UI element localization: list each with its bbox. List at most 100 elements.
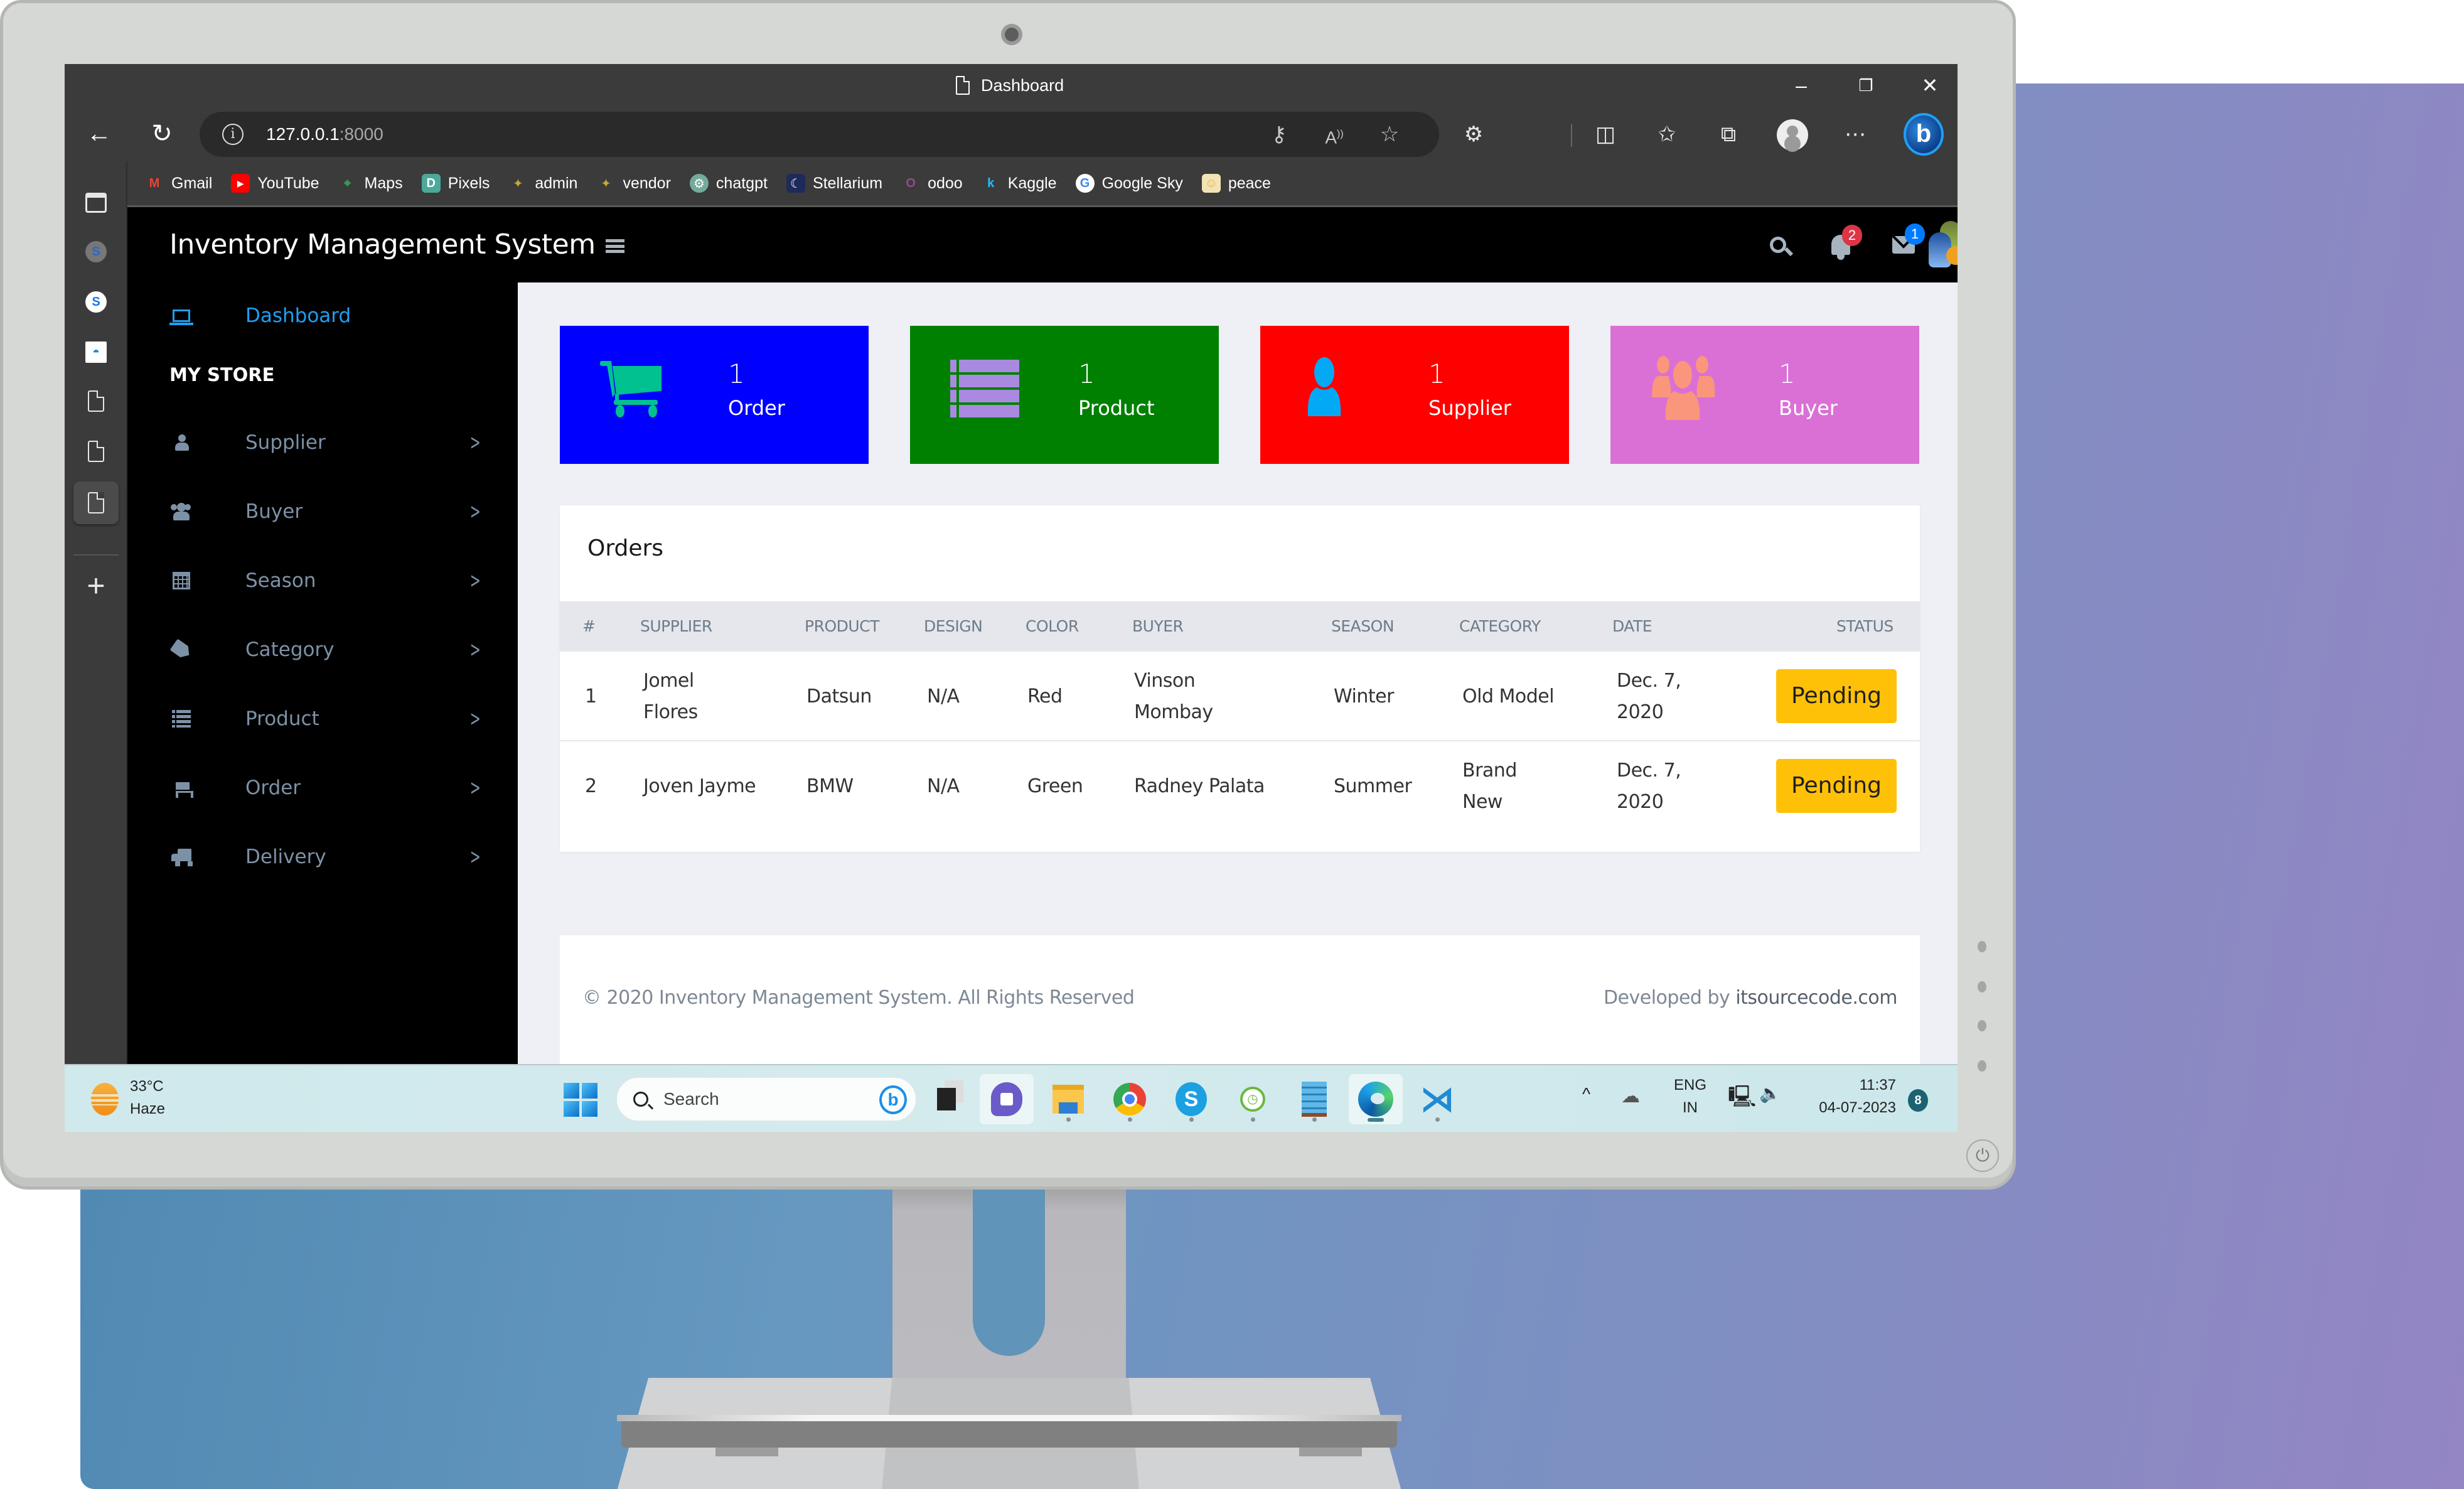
weather-description[interactable]: Haze	[130, 1100, 165, 1118]
site-info-icon[interactable]: i	[222, 124, 244, 145]
status-badge[interactable]: Pending	[1776, 759, 1897, 813]
volume-icon[interactable]: 🔈	[1759, 1083, 1781, 1104]
user-icon	[169, 430, 194, 455]
bookmark-stellarium[interactable]: ☾ Stellarium	[786, 174, 882, 193]
teams-meet-icon[interactable]	[980, 1074, 1034, 1124]
sidebar-item-order[interactable]: Order >	[127, 760, 518, 816]
tab-dashboard-active[interactable]	[73, 481, 119, 524]
tab-divider	[73, 554, 119, 556]
vscode-icon[interactable]: ⋊	[1410, 1074, 1464, 1124]
bookmark-google-sky[interactable]: G Google Sky	[1075, 174, 1183, 193]
stat-card-supplier[interactable]: 1 Supplier	[1260, 326, 1569, 464]
user-avatar[interactable]	[1929, 221, 1958, 271]
restore-button[interactable]: ❐	[1841, 64, 1891, 107]
messages-button[interactable]: 1	[1885, 207, 1925, 282]
address-bar[interactable]: i 127.0.0.1:8000 ⚷ A)) ☆	[200, 112, 1439, 157]
tab-page[interactable]	[73, 430, 119, 473]
tab-site[interactable]: ◓	[73, 331, 119, 374]
notifications-button[interactable]: 2	[1822, 207, 1862, 282]
back-icon[interactable]: ←	[77, 112, 121, 156]
notification-center-badge[interactable]: 8	[1908, 1089, 1928, 1112]
bookmark-odoo[interactable]: Oodoo	[901, 174, 962, 193]
bookmark-youtube[interactable]: ▶ YouTube	[231, 174, 319, 193]
bookmark-maps[interactable]: ⌖ Maps	[338, 174, 403, 193]
sidebar-item-label: Season	[245, 569, 316, 592]
column-header: Product	[805, 617, 879, 635]
table-row[interactable]: 2 Joven Jayme BMW N/A Green Radney Palat…	[560, 741, 1920, 831]
network-icon[interactable]: 🖳	[1728, 1082, 1756, 1117]
clock-app-icon[interactable]: ◷	[1226, 1074, 1280, 1124]
more-options-icon[interactable]: ⋯	[1833, 112, 1877, 157]
cell-category: Brand New	[1462, 759, 1517, 813]
table-row[interactable]: 1 Jomel Flores Datsun N/A Red Vinson Mom…	[560, 652, 1920, 741]
bookmark-chatgpt[interactable]: ⚙ chatgpt	[689, 174, 768, 193]
sidebar-item-buyer[interactable]: Buyer >	[127, 483, 518, 540]
favorites-icon[interactable]: ✩	[1645, 112, 1689, 157]
bookmark-vendor[interactable]: ✦ vendor	[596, 174, 671, 193]
sidebar-item-supplier[interactable]: Supplier >	[127, 414, 518, 471]
header-search-button[interactable]	[1759, 207, 1797, 282]
active-tab[interactable]: Dashboard	[956, 64, 1064, 107]
page-footer: © 2020 Inventory Management System. All …	[560, 935, 1920, 1064]
chrome-icon[interactable]	[1103, 1074, 1157, 1124]
show-hidden-icons-chevron-up-icon[interactable]: ^	[1582, 1084, 1590, 1104]
collections-icon[interactable]: ⧉	[1706, 112, 1750, 157]
bing-icon[interactable]: b	[879, 1085, 907, 1114]
column-header: Color	[1026, 617, 1079, 635]
favorite-star-icon[interactable]: ☆	[1371, 112, 1408, 157]
stat-card-order[interactable]: 1 Order	[560, 326, 869, 464]
calendar-icon	[169, 568, 194, 593]
weather-haze-icon[interactable]	[91, 1083, 119, 1115]
chevron-right-icon: >	[469, 706, 481, 731]
developer-link[interactable]: itsourcecode.com	[1735, 987, 1897, 1009]
monitor-bezel: ⏻ Dashboard – ❐ ✕ ← ↻ i 127.0.0.1:8000 ⚷…	[0, 0, 2016, 1190]
tab-page[interactable]	[73, 380, 119, 422]
sidebar-item-season[interactable]: Season >	[127, 552, 518, 609]
sidebar-item-dashboard[interactable]: Dashboard	[127, 288, 518, 344]
app-title[interactable]: Inventory Management System	[169, 207, 624, 282]
status-badge[interactable]: Pending	[1776, 669, 1897, 723]
new-tab-icon[interactable]: +	[73, 563, 119, 608]
profile-avatar[interactable]	[1777, 119, 1808, 151]
weather-temperature[interactable]: 33°C	[130, 1078, 164, 1095]
sidebar-item-category[interactable]: Category >	[127, 621, 518, 678]
tab-skype[interactable]: S	[73, 281, 119, 323]
sidebar-item-product[interactable]: Product >	[127, 691, 518, 747]
notepad-icon[interactable]	[1287, 1074, 1341, 1124]
key-icon[interactable]: ⚷	[1260, 112, 1298, 157]
close-button[interactable]: ✕	[1905, 64, 1955, 107]
bookmark-label: Maps	[364, 174, 403, 192]
language-indicator[interactable]: ENG IN	[1671, 1077, 1709, 1117]
stat-card-buyer[interactable]: 1 Buyer	[1610, 326, 1919, 464]
sidebar-item-delivery[interactable]: Delivery >	[127, 829, 518, 885]
running-indicator	[1066, 1117, 1071, 1122]
stat-card-product[interactable]: 1 Product	[910, 326, 1219, 464]
tab-actions-icon[interactable]	[73, 181, 119, 224]
bookmark-gmail[interactable]: M Gmail	[145, 174, 213, 193]
bookmark-pixels[interactable]: D Pixels	[421, 174, 490, 193]
task-view-icon[interactable]	[919, 1074, 973, 1124]
tab-skype-inactive[interactable]: S	[73, 230, 119, 273]
bookmark-kaggle[interactable]: k Kaggle	[982, 174, 1056, 193]
read-aloud-icon[interactable]: A))	[1315, 112, 1353, 157]
minimize-button[interactable]: –	[1776, 64, 1826, 107]
clock[interactable]: 11:37 04-07-2023	[1802, 1077, 1896, 1117]
skype-icon[interactable]: S	[1164, 1074, 1218, 1124]
extensions-icon[interactable]: ⚙	[1452, 112, 1496, 157]
monitor-foot	[715, 1448, 778, 1456]
start-button-windows-icon[interactable]	[564, 1083, 597, 1117]
file-explorer-icon[interactable]	[1041, 1074, 1095, 1124]
bookmark-admin[interactable]: ✦ admin	[508, 174, 577, 193]
bookmark-peace[interactable]: ☺ peace	[1201, 174, 1271, 193]
page-icon	[956, 76, 970, 95]
split-screen-icon[interactable]: ◫	[1583, 112, 1627, 157]
power-icon[interactable]: ⏻	[1966, 1139, 1999, 1172]
stat-label: Product	[1078, 396, 1155, 420]
bing-copilot-icon[interactable]: b	[1904, 113, 1944, 156]
hamburger-menu-icon[interactable]	[605, 239, 624, 253]
onedrive-sync-icon[interactable]: ☁	[1621, 1085, 1640, 1107]
taskbar-search[interactable]: Search b	[616, 1077, 917, 1122]
edge-browser-icon[interactable]	[1349, 1074, 1403, 1124]
refresh-icon[interactable]: ↻	[140, 112, 184, 156]
bookmarks-bar: M Gmail ▶ YouTube ⌖ Maps D Pixels ✦ admin ✦ vendor ⚙…	[135, 161, 1958, 205]
